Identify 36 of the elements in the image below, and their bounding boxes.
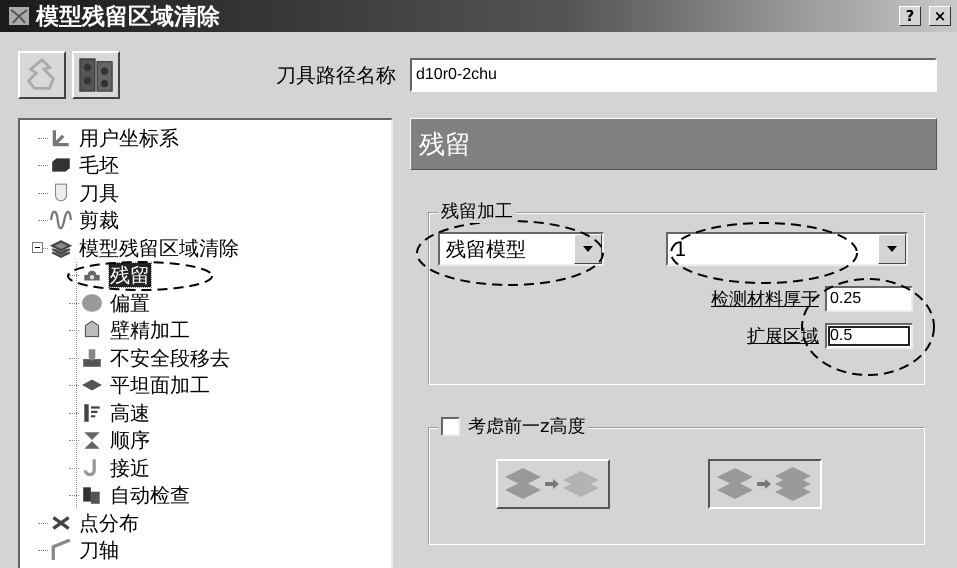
dropdown[interactable]: 1 xyxy=(666,232,908,266)
field-label: 扩展区域 xyxy=(747,325,819,348)
tree-item[interactable]: 自动检查 xyxy=(109,483,191,508)
tree-item[interactable]: 不安全段移去 xyxy=(109,346,231,370)
panel-header: 残留 xyxy=(410,118,937,170)
close-button[interactable]: × xyxy=(929,6,951,26)
checkbox[interactable] xyxy=(441,416,460,436)
tree-item[interactable]: 平坦面加工 xyxy=(109,373,211,398)
window-title: 模型残留区域清除 xyxy=(36,2,221,32)
tree-item[interactable]: 偏置 xyxy=(109,290,151,315)
tree-item[interactable]: 刀轴 xyxy=(78,538,120,562)
tree-item[interactable]: 刀具 xyxy=(78,180,120,205)
toolpath-name-label: 刀具路径名称 xyxy=(276,62,396,88)
tree-item[interactable]: 模型残留区域清除 xyxy=(78,236,240,260)
tree-item[interactable]: 毛坯 xyxy=(78,153,120,178)
dropdown[interactable]: 残留模型 xyxy=(438,232,604,266)
caret-icon xyxy=(887,246,897,252)
caret-icon xyxy=(583,246,593,252)
tree-item[interactable]: 壁精加工 xyxy=(109,318,191,342)
tree-item[interactable]: 用户坐标系 xyxy=(78,126,180,150)
help-button[interactable]: ? xyxy=(899,6,921,26)
tree-item[interactable]: 顺序 xyxy=(109,428,151,452)
checkbox-label: 考虑前一z高度 xyxy=(468,415,586,438)
toolbar-button[interactable] xyxy=(18,51,66,99)
input-field[interactable]: 0.5 xyxy=(825,323,913,349)
collapse-toggle[interactable] xyxy=(32,242,43,254)
input-field[interactable]: 0.25 xyxy=(825,286,913,312)
toolbar-button[interactable] xyxy=(72,51,120,99)
tree-item[interactable]: 点分布 xyxy=(78,510,140,535)
tree-item[interactable]: 剪裁 xyxy=(78,208,120,232)
toolpath-name-field[interactable]: d10r0-2chu xyxy=(410,58,937,92)
tree-item[interactable]: 接近 xyxy=(109,456,151,480)
layer-toggle-button[interactable] xyxy=(708,459,822,509)
tree-item[interactable]: 残留 xyxy=(109,263,151,288)
tree-item[interactable]: 高速 xyxy=(109,400,151,425)
group-legend: 残留加工 xyxy=(438,199,516,223)
